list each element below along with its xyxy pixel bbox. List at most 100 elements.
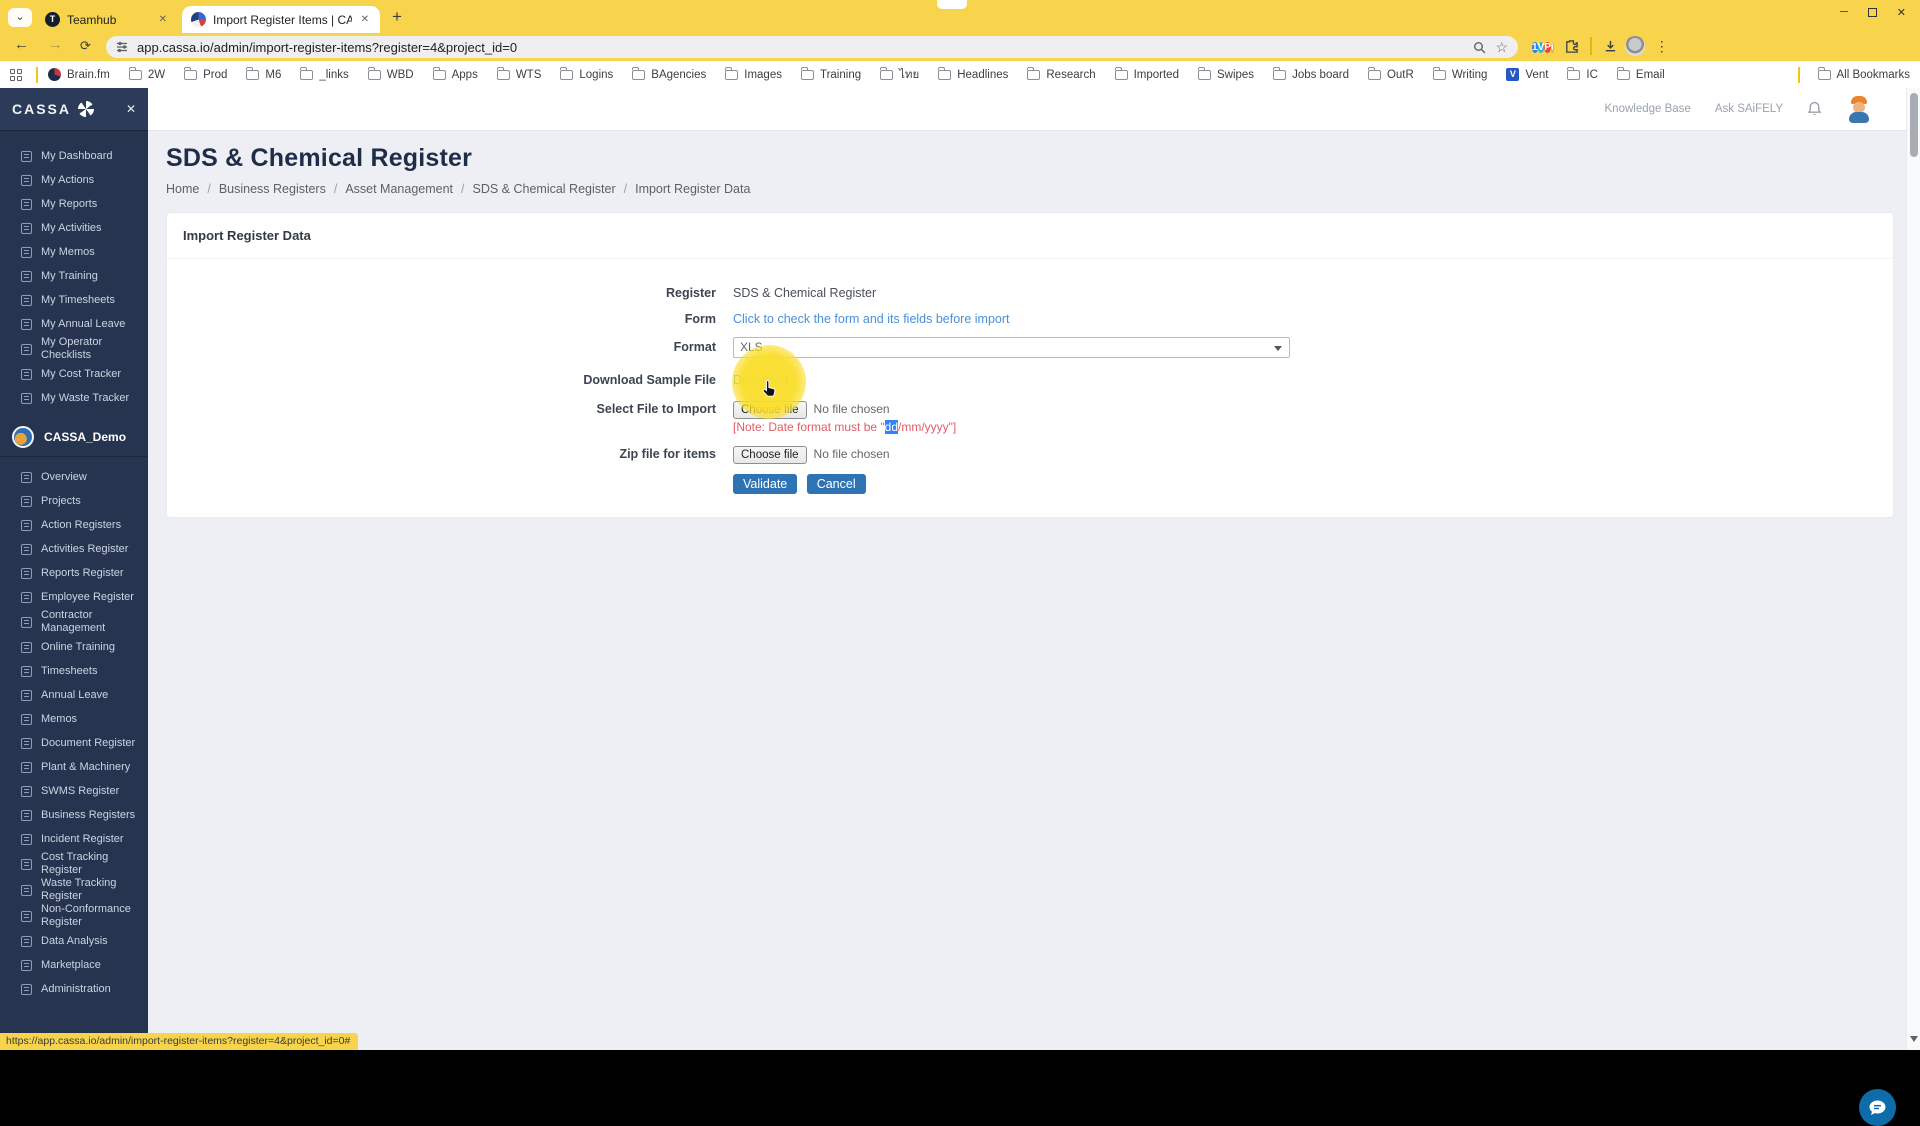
bookmark-item[interactable]: Prod [184, 67, 227, 81]
bookmark-item[interactable]: Logins [560, 67, 613, 81]
close-window-button[interactable]: ✕ [1897, 6, 1906, 19]
tab-teamhub[interactable]: Teamhub ✕ [36, 6, 178, 33]
sidebar-org-row[interactable]: CASSA_Demo [0, 418, 148, 457]
sidebar-item[interactable]: My Operator Checklists [0, 336, 148, 362]
bookmark-item[interactable]: Apps [432, 67, 478, 81]
sidebar-item[interactable]: Memos [0, 707, 148, 731]
bookmark-item[interactable]: IC [1567, 67, 1598, 81]
tab-close-icon[interactable]: ✕ [359, 14, 371, 25]
bookmark-item[interactable]: Imported [1114, 67, 1179, 81]
sidebar-item[interactable]: Timesheets [0, 659, 148, 683]
sidebar-item[interactable]: My Activities [0, 216, 148, 240]
bookmark-item[interactable]: Writing [1432, 67, 1487, 81]
cancel-button[interactable]: Cancel [806, 474, 866, 494]
bookmark-item[interactable]: Headlines [938, 67, 1008, 81]
bookmark-item[interactable]: Images [725, 67, 782, 81]
sidebar-item[interactable]: Plant & Machinery [0, 755, 148, 779]
amber-extension-icon[interactable]: i [1550, 41, 1554, 53]
sidebar-item[interactable]: My Waste Tracker [0, 386, 148, 410]
bell-icon[interactable] [1807, 101, 1822, 117]
sidebar-item[interactable]: Cost Tracking Register [0, 851, 148, 877]
validate-button[interactable]: Validate [733, 474, 798, 494]
breadcrumb-item[interactable]: Asset Management [326, 182, 453, 196]
breadcrumb-item[interactable]: SDS & Chemical Register [453, 182, 616, 196]
sidebar-item[interactable]: My Memos [0, 240, 148, 264]
reload-icon[interactable]: ⟳ [80, 38, 91, 54]
sidebar-item[interactable]: Marketplace [0, 953, 148, 977]
apps-grid-icon[interactable] [10, 68, 22, 81]
site-settings-icon[interactable] [116, 41, 128, 53]
profile-avatar[interactable] [1624, 36, 1645, 56]
download-icon[interactable] [1603, 39, 1618, 54]
sidebar-item[interactable]: Online Training [0, 635, 148, 659]
sidebar-item[interactable]: Non-Conformance Register [0, 903, 148, 929]
tab-import-register-items[interactable]: Import Register Items | CASSA_ ✕ [182, 6, 380, 33]
forward-icon[interactable]: → [48, 36, 63, 53]
sidebar-item[interactable]: My Cost Tracker [0, 362, 148, 386]
bookmark-item[interactable]: BAgencies [632, 67, 706, 81]
tab-search-button[interactable]: ⌄ [8, 8, 32, 27]
sidebar-item[interactable]: Incident Register [0, 827, 148, 851]
bookmark-item[interactable]: ไทย [880, 66, 919, 84]
bookmark-item[interactable]: _links [300, 67, 349, 81]
bookmark-item[interactable]: WBD [367, 67, 414, 81]
sidebar-item[interactable]: My Timesheets [0, 288, 148, 312]
bookmark-item[interactable]: Email [1616, 67, 1665, 81]
sidebar-item[interactable]: My Annual Leave [0, 312, 148, 336]
bookmark-item[interactable]: Brain.fm [48, 68, 110, 81]
patreon-icon[interactable]: P [1544, 41, 1551, 53]
bookmark-item[interactable]: M6 [246, 67, 281, 81]
new-tab-button[interactable]: + [392, 7, 402, 27]
minimize-button[interactable]: ─ [1840, 6, 1848, 19]
breadcrumb-item[interactable]: Import Register Data [616, 182, 750, 196]
ask-saifely-link[interactable]: Ask SAiFELY [1715, 103, 1783, 115]
sidebar-item[interactable]: My Training [0, 264, 148, 288]
sidebar-item[interactable]: Annual Leave [0, 683, 148, 707]
sidebar-item[interactable]: Waste Tracking Register [0, 877, 148, 903]
sidebar-item[interactable]: My Dashboard [0, 144, 148, 168]
scrollbar-thumb[interactable] [1910, 93, 1918, 157]
maximize-button[interactable] [1867, 8, 1877, 17]
sidebar-item[interactable]: My Reports [0, 192, 148, 216]
bookmark-item[interactable]: 2W [128, 67, 165, 81]
download-link[interactable]: Download [733, 373, 1893, 387]
tab-close-icon[interactable]: ✕ [157, 14, 169, 25]
sidebar-item[interactable]: Employee Register [0, 585, 148, 609]
format-select[interactable]: XLS [733, 336, 1290, 358]
sidebar-item[interactable]: My Actions [0, 168, 148, 192]
bookmark-star-icon[interactable]: ☆ [1495, 40, 1508, 54]
sidebar-item[interactable]: Administration [0, 977, 148, 1001]
choose-zip-button[interactable]: Choose file [733, 445, 807, 464]
extensions-puzzle-icon[interactable] [1564, 39, 1579, 54]
bookmark-item[interactable]: Swipes [1197, 67, 1254, 81]
sidebar-item[interactable]: Reports Register [0, 561, 148, 585]
sidebar-item[interactable]: Projects [0, 489, 148, 513]
scrollbar-down-arrow[interactable] [1910, 1036, 1918, 1046]
bookmark-item[interactable]: Vent [1506, 68, 1548, 81]
sidebar-item[interactable]: Action Registers [0, 513, 148, 537]
bookmark-item[interactable]: Jobs board [1273, 67, 1349, 81]
page-scrollbar[interactable] [1906, 88, 1920, 1050]
bookmark-item[interactable]: WTS [496, 67, 541, 81]
check-form-link[interactable]: Click to check the form and its fields b… [733, 312, 1893, 326]
address-bar[interactable]: app.cassa.io/admin/import-register-items… [106, 36, 1518, 58]
browser-menu-icon[interactable]: ⋮ [1652, 36, 1672, 56]
sidebar-item[interactable]: Overview [0, 465, 148, 489]
sidebar-item[interactable]: Data Analysis [0, 929, 148, 953]
bookmark-item[interactable]: OutR [1367, 67, 1414, 81]
sidebar-item[interactable]: Document Register [0, 731, 148, 755]
sidebar-item[interactable]: Contractor Management [0, 609, 148, 635]
all-bookmarks[interactable]: All Bookmarks [1817, 67, 1910, 81]
choose-file-button[interactable]: Choose file [733, 400, 807, 419]
chat-button[interactable] [1859, 1089, 1896, 1126]
sidebar-item[interactable]: Activities Register [0, 537, 148, 561]
sidebar-item[interactable]: SWMS Register [0, 779, 148, 803]
breadcrumb-item[interactable]: Business Registers [199, 182, 326, 196]
back-icon[interactable]: ← [14, 36, 29, 53]
search-icon[interactable] [1473, 41, 1486, 54]
bookmark-item[interactable]: Research [1027, 67, 1096, 81]
knowledge-base-link[interactable]: Knowledge Base [1605, 103, 1691, 115]
sidebar-close-icon[interactable]: ✕ [126, 102, 136, 116]
bookmark-item[interactable]: Training [800, 67, 861, 81]
breadcrumb-item[interactable]: Home [166, 182, 199, 196]
